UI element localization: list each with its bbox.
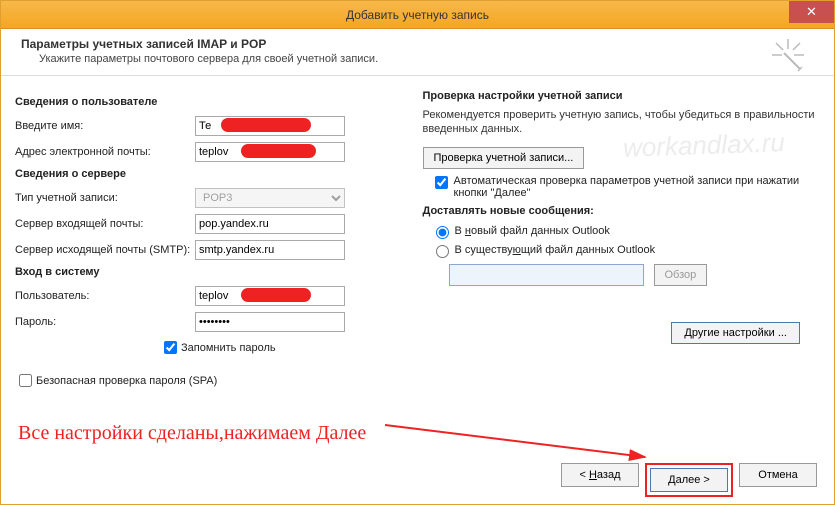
- name-label: Введите имя:: [15, 120, 195, 132]
- incoming-input[interactable]: [195, 214, 345, 234]
- back-button[interactable]: < Назад: [561, 463, 639, 487]
- remember-password-checkbox[interactable]: [164, 341, 177, 354]
- name-input[interactable]: [195, 116, 345, 136]
- window-title: Добавить учетную запись: [1, 8, 834, 22]
- spa-checkbox[interactable]: [19, 374, 32, 387]
- next-button-highlight: Далее >: [645, 463, 733, 497]
- outgoing-input[interactable]: [195, 240, 345, 260]
- outgoing-label: Сервер исходящей почты (SMTP):: [15, 244, 195, 256]
- existing-file-input: [449, 264, 644, 286]
- other-settings-button[interactable]: Другие настройки ...: [671, 322, 800, 344]
- test-section-heading: Проверка настройки учетной записи: [423, 90, 821, 102]
- annotation-text: Все настройки сделаны,нажимаем Далее: [18, 422, 366, 445]
- remember-password-label: Запомнить пароль: [181, 342, 276, 354]
- server-section-heading: Сведения о сервере: [15, 168, 413, 180]
- password-label: Пароль:: [15, 316, 195, 328]
- spa-label: Безопасная проверка пароля (SPA): [36, 375, 217, 387]
- username-input[interactable]: [195, 286, 345, 306]
- header-band: Параметры учетных записей IMAP и POP Ука…: [1, 29, 834, 76]
- test-account-button[interactable]: Проверка учетной записи...: [423, 147, 585, 169]
- close-button[interactable]: ✕: [789, 1, 834, 23]
- test-section-desc: Рекомендуется проверить учетную запись, …: [423, 108, 821, 137]
- email-label: Адрес электронной почты:: [15, 146, 195, 158]
- auto-test-checkbox[interactable]: [435, 176, 448, 189]
- username-label: Пользователь:: [15, 290, 195, 302]
- wizard-decor-icon: [770, 37, 806, 78]
- email-input[interactable]: [195, 142, 345, 162]
- browse-button: Обзор: [654, 264, 708, 286]
- password-input[interactable]: [195, 312, 345, 332]
- titlebar: Добавить учетную запись ✕: [1, 1, 834, 29]
- deliver-existing-radio[interactable]: [436, 245, 449, 258]
- next-button[interactable]: Далее >: [650, 468, 728, 492]
- deliver-new-radio[interactable]: [436, 226, 449, 239]
- deliver-new-label: В новый файл данных Outlook: [455, 225, 610, 237]
- user-section-heading: Сведения о пользователе: [15, 96, 413, 108]
- incoming-label: Сервер входящей почты:: [15, 218, 195, 230]
- header-title: Параметры учетных записей IMAP и POP: [21, 37, 814, 51]
- header-subtitle: Укажите параметры почтового сервера для …: [39, 53, 814, 65]
- auto-test-label: Автоматическая проверка параметров учетн…: [454, 175, 821, 199]
- login-section-heading: Вход в систему: [15, 266, 413, 278]
- deliver-heading: Доставлять новые сообщения:: [423, 205, 821, 217]
- cancel-button[interactable]: Отмена: [739, 463, 817, 487]
- account-type-select: POP3: [195, 188, 345, 208]
- deliver-existing-label: В существующий файл данных Outlook: [455, 244, 656, 256]
- account-type-label: Тип учетной записи:: [15, 192, 195, 204]
